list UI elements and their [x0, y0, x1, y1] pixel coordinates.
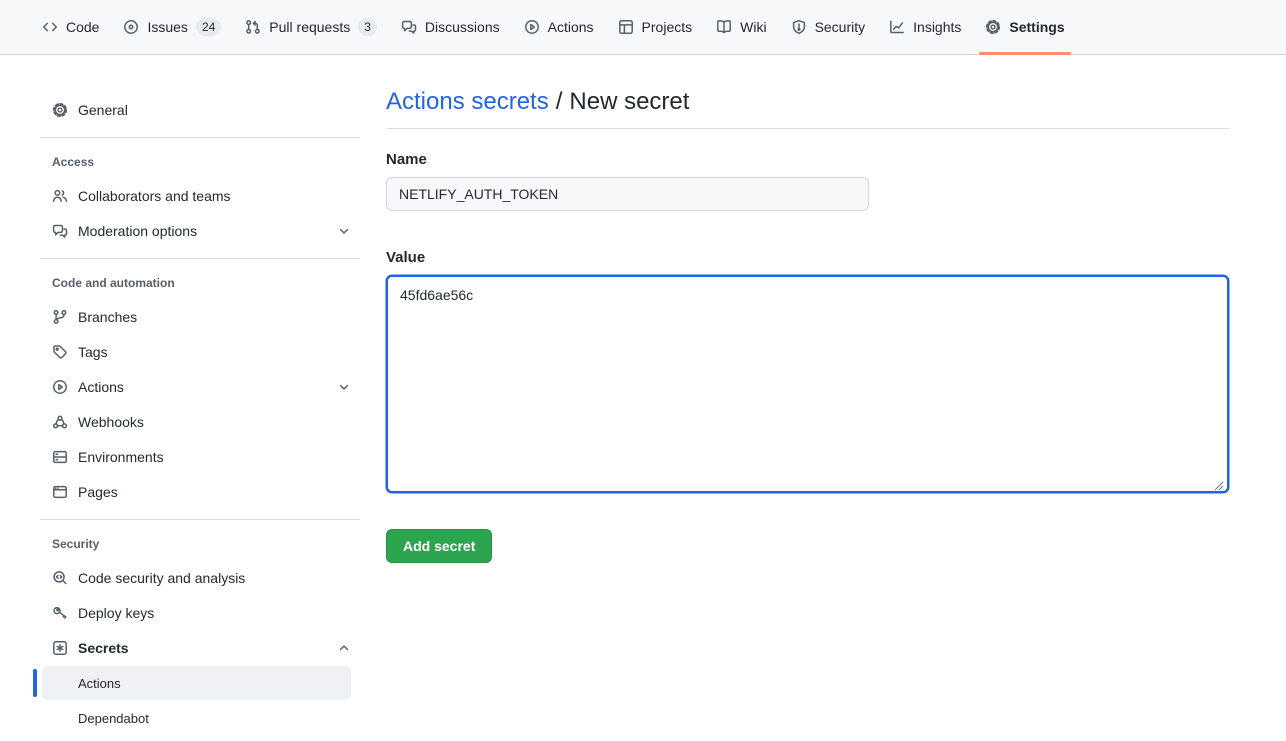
pull-requests-count-badge: 3	[358, 18, 377, 36]
sidebar-item-general[interactable]: General	[40, 92, 360, 127]
sidebar-item-label: General	[78, 102, 128, 118]
tab-issues[interactable]: Issues 24	[111, 0, 233, 54]
tab-label: Projects	[642, 19, 693, 35]
settings-page: General Access Collaborators and teams M…	[0, 55, 1286, 736]
sidebar-item-label: Webhooks	[78, 414, 144, 430]
codescan-icon	[52, 570, 68, 586]
sidebar-item-tags[interactable]: Tags	[40, 334, 360, 369]
play-icon	[52, 379, 68, 395]
comment-discussion-icon	[52, 223, 68, 239]
chevron-down-icon	[336, 379, 352, 395]
sidebar-item-secrets[interactable]: Secrets	[40, 630, 360, 665]
tab-wiki[interactable]: Wiki	[704, 0, 778, 54]
tab-insights[interactable]: Insights	[877, 0, 973, 54]
breadcrumb-actions-secrets-link[interactable]: Actions secrets	[386, 88, 549, 115]
issues-count-badge: 24	[196, 18, 221, 36]
chevron-down-icon	[336, 223, 352, 239]
sidebar-item-label: Moderation options	[78, 223, 197, 239]
settings-sidebar: General Access Collaborators and teams M…	[40, 79, 360, 736]
breadcrumb-separator: /	[556, 88, 563, 115]
play-icon	[524, 19, 540, 35]
sidebar-item-label: Collaborators and teams	[78, 188, 231, 204]
tab-pull-requests[interactable]: Pull requests 3	[233, 0, 389, 54]
sidebar-item-label: Tags	[78, 344, 108, 360]
server-icon	[52, 449, 68, 465]
tab-label: Pull requests	[269, 19, 350, 35]
sidebar-item-collaborators-and-teams[interactable]: Collaborators and teams	[40, 178, 360, 213]
webhook-icon	[52, 414, 68, 430]
sidebar-item-environments[interactable]: Environments	[40, 439, 360, 474]
people-icon	[52, 188, 68, 204]
sidebar-item-label: Code security and analysis	[78, 570, 245, 586]
resize-grip-icon[interactable]	[1214, 478, 1224, 488]
sidebar-item-moderation-options[interactable]: Moderation options	[40, 213, 360, 248]
tab-label: Actions	[548, 19, 594, 35]
sidebar-subitem-secrets-dependabot[interactable]: Dependabot	[42, 701, 351, 735]
comment-discussion-icon	[401, 19, 417, 35]
secret-name-input[interactable]	[386, 177, 869, 211]
sidebar-subitem-secrets-actions[interactable]: Actions	[42, 666, 351, 700]
sidebar-section-header-access: Access	[40, 138, 360, 178]
graph-icon	[889, 19, 905, 35]
chevron-up-icon	[336, 640, 352, 656]
sidebar-section-header-security: Security	[40, 520, 360, 560]
tab-label: Issues	[147, 19, 187, 35]
new-secret-panel: Actions secrets /New secret Name Value 45…	[386, 79, 1229, 736]
issue-opened-icon	[123, 19, 139, 35]
sidebar-item-label: Environments	[78, 449, 164, 465]
tab-discussions[interactable]: Discussions	[389, 0, 512, 54]
gear-icon	[985, 19, 1001, 35]
sidebar-subitem-label: Dependabot	[78, 711, 149, 726]
table-icon	[618, 19, 634, 35]
secret-value-textarea[interactable]: 45fd6ae56c	[386, 275, 1229, 493]
sidebar-item-label: Deploy keys	[78, 605, 154, 621]
sidebar-item-pages[interactable]: Pages	[40, 474, 360, 509]
sidebar-item-label: Pages	[78, 484, 118, 500]
tab-label: Code	[66, 19, 99, 35]
value-label: Value	[386, 249, 1229, 267]
secrets-asterisk-icon	[52, 640, 68, 656]
tab-label: Wiki	[740, 19, 766, 35]
name-label: Name	[386, 151, 1229, 169]
key-icon	[52, 605, 68, 621]
breadcrumb: Actions secrets /New secret	[386, 87, 1229, 129]
tab-actions[interactable]: Actions	[512, 0, 606, 54]
sidebar-item-code-security-and-analysis[interactable]: Code security and analysis	[40, 560, 360, 595]
browser-icon	[52, 484, 68, 500]
sidebar-section-header-code-and-automation: Code and automation	[40, 259, 360, 299]
sidebar-item-webhooks[interactable]: Webhooks	[40, 404, 360, 439]
tab-label: Insights	[913, 19, 961, 35]
tab-settings[interactable]: Settings	[973, 0, 1076, 54]
tab-code[interactable]: Code	[30, 0, 111, 54]
sidebar-subitem-label: Actions	[78, 676, 121, 691]
tag-icon	[52, 344, 68, 360]
git-branch-icon	[52, 309, 68, 325]
page-title: New secret	[569, 88, 689, 115]
git-pull-request-icon	[245, 19, 261, 35]
repo-nav: Code Issues 24 Pull requests 3 Discussio…	[0, 0, 1286, 55]
gear-icon	[52, 102, 68, 118]
sidebar-item-branches[interactable]: Branches	[40, 299, 360, 334]
sidebar-item-label: Branches	[78, 309, 137, 325]
tab-label: Security	[815, 19, 866, 35]
book-icon	[716, 19, 732, 35]
secret-value-wrapper: 45fd6ae56c	[386, 275, 1229, 493]
tab-security[interactable]: Security	[779, 0, 878, 54]
tab-label: Settings	[1009, 19, 1064, 35]
sidebar-item-label: Secrets	[78, 640, 129, 656]
code-icon	[42, 19, 58, 35]
sidebar-item-actions[interactable]: Actions	[40, 369, 360, 404]
sidebar-item-label: Actions	[78, 379, 124, 395]
tab-label: Discussions	[425, 19, 500, 35]
add-secret-button[interactable]: Add secret	[386, 529, 492, 563]
sidebar-item-deploy-keys[interactable]: Deploy keys	[40, 595, 360, 630]
tab-projects[interactable]: Projects	[606, 0, 705, 54]
shield-icon	[791, 19, 807, 35]
